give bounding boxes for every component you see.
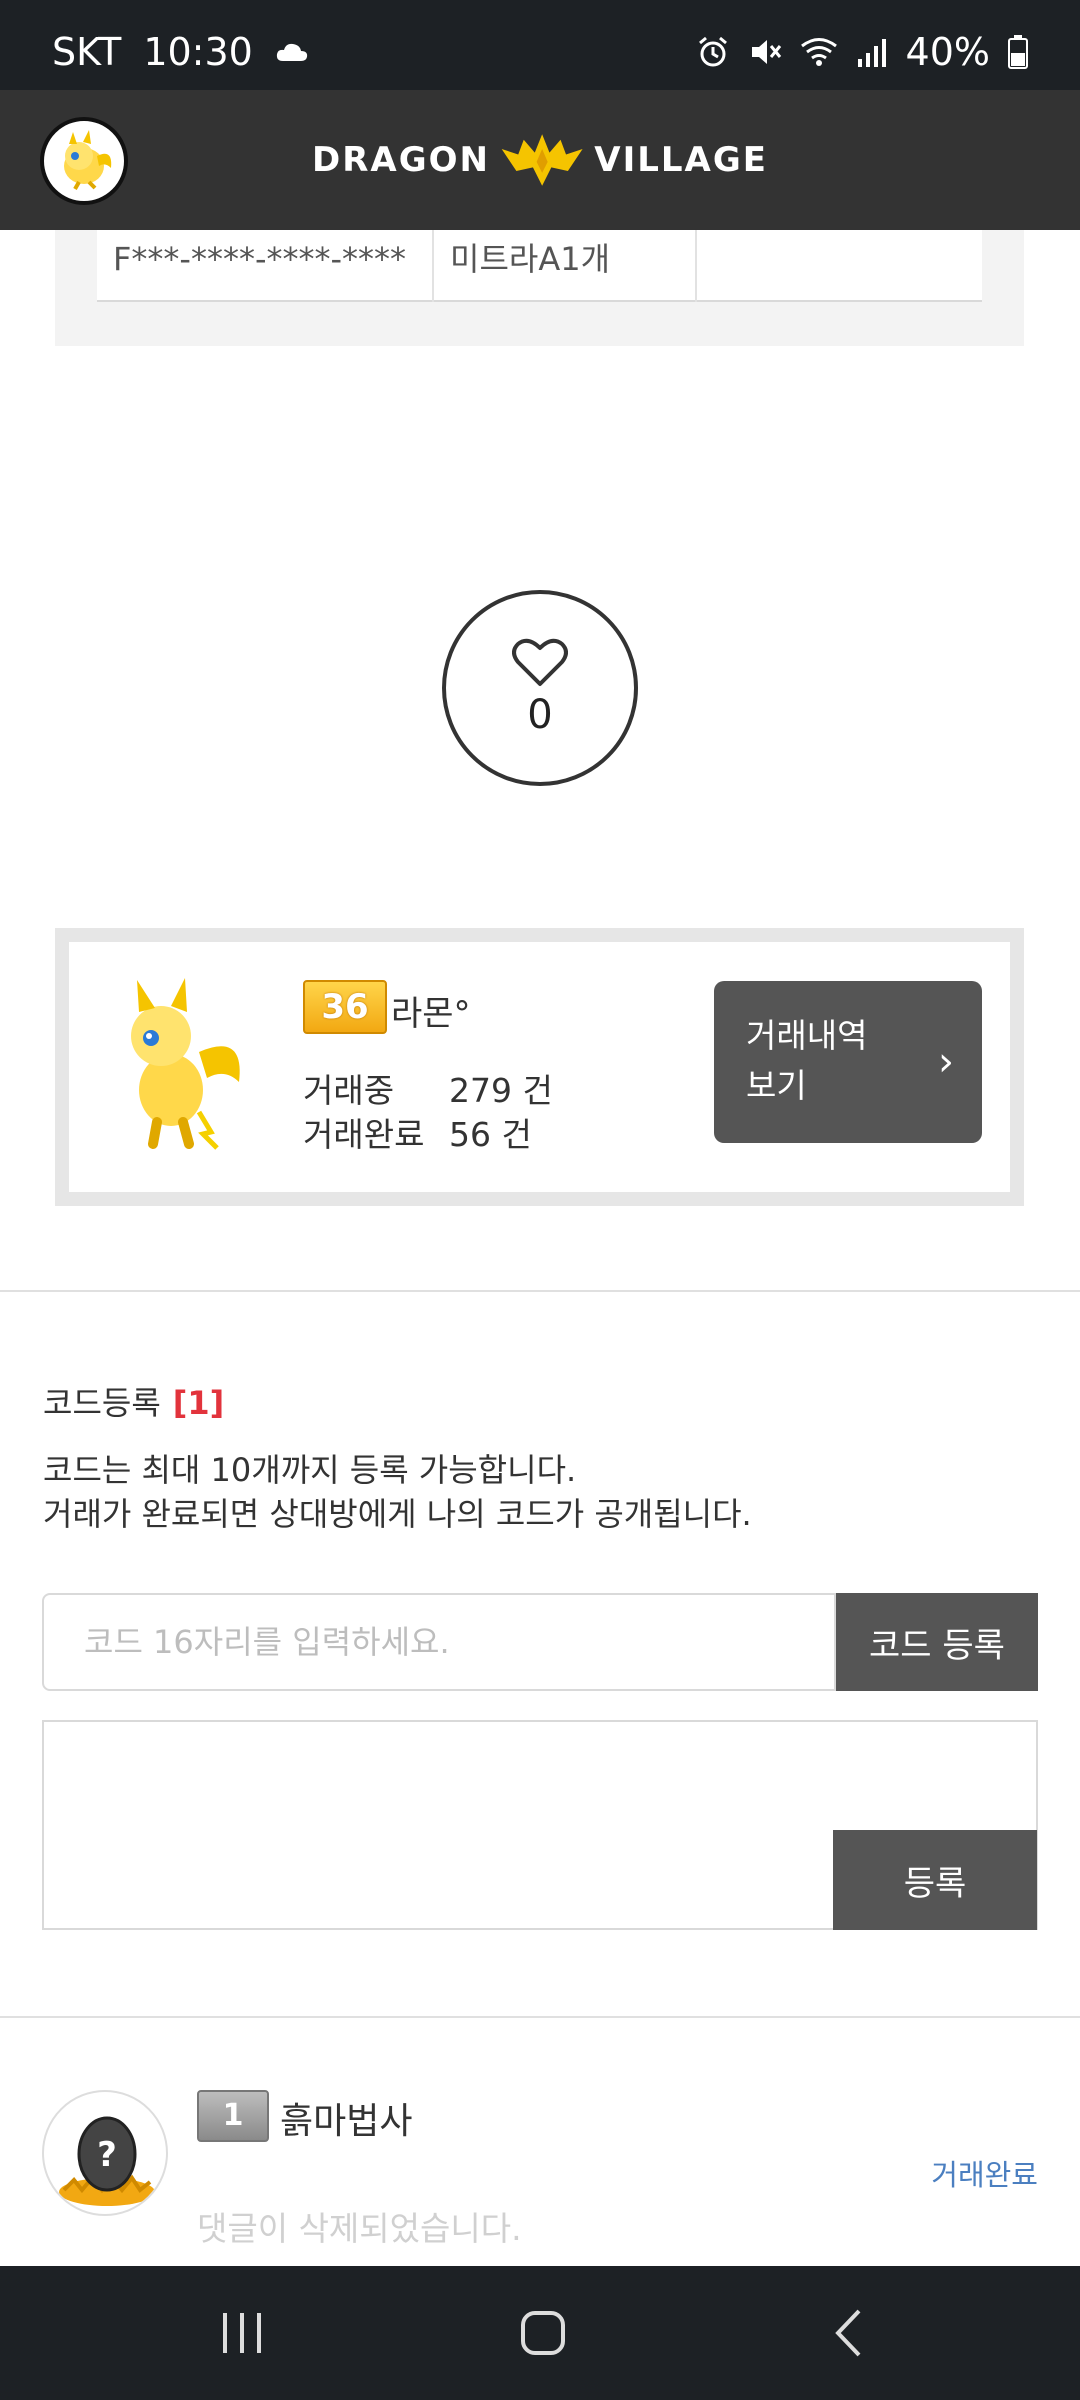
code-table-row: F***-****-****-**** 미트라A1개: [97, 230, 982, 302]
commenter-name[interactable]: 흙마법사: [280, 2092, 412, 2144]
signal-icon: [857, 39, 886, 67]
code-list-panel: F***-****-****-**** 미트라A1개: [55, 230, 1024, 346]
description-line1: 코드는 최대 10개까지 등록 가능합니다.: [43, 1451, 577, 1489]
commenter-level-badge: 1: [197, 2090, 269, 2142]
code-register-button[interactable]: 코드 등록: [836, 1593, 1038, 1691]
trade-status-label: 거래완료: [931, 2158, 1038, 2192]
battery-percent: 40%: [905, 30, 990, 74]
completed-stat-row: 거래완료 56 건: [303, 1108, 532, 1156]
dragon-village-logo[interactable]: DRAGON VILLAGE: [312, 128, 768, 192]
like-count: 0: [527, 692, 553, 738]
dragon-character-image: [131, 978, 240, 1150]
submit-button[interactable]: 등록: [833, 1830, 1037, 1930]
logo-wings-icon: [501, 134, 583, 186]
recent-apps-icon: [223, 2313, 261, 2353]
app-header: DRAGON VILLAGE: [0, 90, 1080, 230]
heart-icon: [512, 638, 568, 686]
wifi-icon: [800, 38, 837, 66]
back-icon: [835, 2309, 861, 2357]
reward-cell: 미트라A1개: [434, 230, 697, 302]
code-registration-description: 코드는 최대 10개까지 등록 가능합니다. 거래가 완료되면 상대방에게 나의…: [43, 1448, 752, 1536]
dragon-avatar-icon: [64, 130, 112, 190]
trading-stat-row: 거래중 279 건: [303, 1064, 553, 1112]
home-icon: [521, 2311, 565, 2355]
code-input[interactable]: [42, 1593, 836, 1691]
trade-history-button[interactable]: 거래내역 보기 ›: [714, 981, 982, 1143]
system-nav-bar: [0, 2266, 1080, 2400]
completed-count: 56 건: [449, 1115, 532, 1154]
logo-text-left: DRAGON: [312, 140, 490, 180]
section-divider: [0, 1290, 1080, 1292]
comment-text: 댓글이 삭제되었습니다.: [197, 2209, 522, 2248]
trader-profile-card: 36 라몬° 거래중 279 건 거래완료 56 건 거래내역 보기 ›: [55, 928, 1024, 1206]
like-button[interactable]: 0: [442, 590, 638, 786]
chevron-right-icon: ›: [938, 1039, 954, 1085]
home-button[interactable]: [483, 2296, 603, 2370]
clock: 10:30: [143, 30, 253, 74]
svg-text:?: ?: [97, 2135, 117, 2175]
code-cell: F***-****-****-****: [97, 230, 434, 302]
description-line2: 거래가 완료되면 상대방에게 나의 코드가 공개됩니다.: [43, 1495, 752, 1533]
section-divider: [0, 2016, 1080, 2018]
code-registration-label: 코드등록: [43, 1384, 161, 1422]
logo-text-right: VILLAGE: [594, 140, 768, 180]
code-registration-count: [1]: [172, 1384, 225, 1422]
profile-avatar-button[interactable]: [40, 117, 128, 205]
status-left: SKT 10:30: [52, 30, 309, 74]
carrier-label: SKT: [52, 30, 122, 74]
completed-label: 거래완료: [303, 1115, 425, 1154]
cloud-icon: [276, 43, 307, 61]
trader-profile-inner: 36 라몬° 거래중 279 건 거래완료 56 건 거래내역 보기 ›: [69, 942, 1010, 1192]
trader-level-badge: 36: [303, 980, 387, 1034]
status-right: 40%: [696, 30, 1028, 74]
trading-label: 거래중: [303, 1071, 395, 1110]
mute-icon: [751, 40, 781, 64]
extra-cell: [697, 230, 982, 302]
status-bar: SKT 10:30 40%: [0, 0, 1080, 90]
code-registration-title: 코드등록 [1]: [43, 1378, 224, 1424]
trader-nickname[interactable]: 라몬°: [391, 986, 471, 1035]
back-button[interactable]: [788, 2296, 908, 2370]
battery-icon: [1008, 35, 1028, 69]
mystery-egg-icon: ?: [59, 2116, 155, 2206]
commenter-avatar[interactable]: ?: [42, 2090, 168, 2216]
recent-apps-button[interactable]: [182, 2296, 302, 2370]
alarm-icon: [698, 36, 727, 67]
trading-count: 279 건: [449, 1071, 553, 1110]
